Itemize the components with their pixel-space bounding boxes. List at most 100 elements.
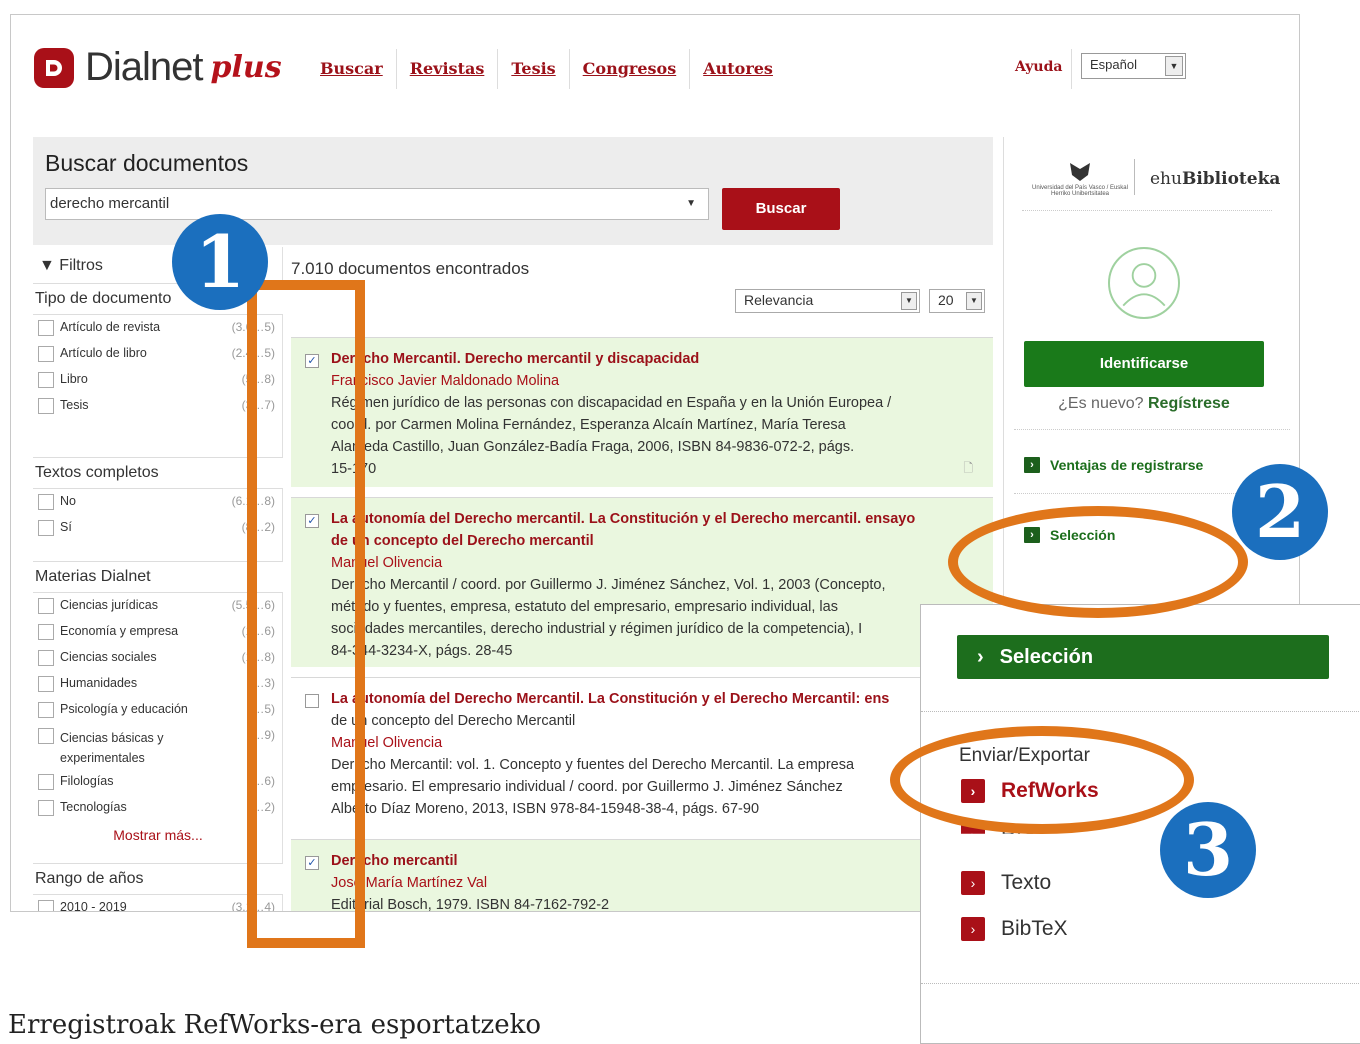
register-link[interactable]: Regístrese — [1148, 395, 1230, 412]
nav-tesis[interactable]: Tesis — [498, 49, 570, 89]
filter-section-subjects: Materias Dialnet Ciencias jurídicas (5.5…… — [33, 561, 283, 849]
result-detail: sociedades mercantiles, derecho industri… — [331, 621, 863, 637]
chevron-down-icon[interactable]: ▼ — [966, 292, 982, 310]
filter-item[interactable]: Economía y empresa (1…6) — [33, 619, 283, 645]
result-detail: Derecho Mercantil / coord. por Guillermo… — [331, 577, 886, 593]
per-page-value: 20 — [938, 292, 954, 308]
result-detail: Editorial Bosch, 1979. ISBN 84-7162-792-… — [331, 897, 610, 912]
language-select[interactable]: Español ▼ — [1081, 53, 1186, 79]
result-detail: coord. por Carmen Molina Fernández, Espe… — [331, 417, 846, 433]
selection-header-button[interactable]: › Selección — [957, 635, 1329, 679]
dialnet-logo[interactable]: Dialnet plus — [33, 45, 282, 90]
per-page-select[interactable]: 20 ▼ — [929, 289, 985, 313]
checkbox[interactable] — [38, 900, 54, 911]
checkbox[interactable] — [38, 598, 54, 614]
new-user-text: ¿Es nuevo? — [1058, 395, 1144, 412]
checkbox[interactable] — [38, 650, 54, 666]
result-author[interactable]: Francisco Javier Maldonado Molina — [331, 370, 979, 392]
checkbox[interactable] — [38, 728, 54, 744]
result-item: La autonomía del Derecho Mercantil. La C… — [291, 677, 993, 839]
checkbox[interactable] — [38, 624, 54, 640]
register-prompt: ¿Es nuevo? Regístrese — [1024, 395, 1264, 413]
chevron-down-icon[interactable]: ▼ — [686, 198, 696, 209]
checkbox[interactable] — [38, 372, 54, 388]
filter-item[interactable]: Tecnologías (…2) — [33, 795, 283, 821]
results-panel: 7.010 documentos encontrados Relevancia … — [291, 247, 993, 912]
filters-sidebar: ▼ Filtros Tipo de documento Artículo de … — [33, 247, 283, 911]
texto-label: Texto — [1001, 871, 1052, 894]
filter-label: Tecnologías — [60, 800, 127, 814]
highlight-export-oval — [890, 726, 1194, 834]
filter-item[interactable]: Humanidades (…3) — [33, 671, 283, 697]
result-title-cont[interactable]: de un concepto del Derecho Mercantil — [331, 710, 979, 732]
filter-item[interactable]: No (6.1…8) — [33, 489, 283, 515]
filter-label: Tesis — [60, 398, 89, 412]
filter-item[interactable]: Psicología y educación (…5) — [33, 697, 283, 723]
avatar-icon — [1108, 247, 1180, 319]
filter-item[interactable]: Sí (8…2) — [33, 515, 283, 541]
checkbox[interactable] — [38, 702, 54, 718]
library-name: ehuBiblioteka — [1150, 169, 1280, 189]
filter-label: Artículo de libro — [60, 346, 147, 360]
chevron-down-icon[interactable]: ▼ — [1165, 56, 1183, 76]
benefits-link[interactable]: › Ventajas de registrarse — [1024, 457, 1203, 473]
filter-item[interactable]: Artículo de revista (3.6…5) — [33, 315, 283, 341]
filter-item[interactable]: 2010 - 2019 (3.1…4) — [33, 895, 283, 911]
search-title: Buscar documentos — [45, 150, 249, 176]
filter-item[interactable]: Ciencias sociales (1…8) — [33, 645, 283, 671]
result-title-cont[interactable]: de un concepto del Derecho mercantil — [331, 530, 979, 552]
show-more-link[interactable]: Mostrar más... — [33, 821, 283, 849]
checkbox[interactable] — [38, 320, 54, 336]
divider — [1071, 49, 1072, 89]
checkbox[interactable] — [38, 676, 54, 692]
result-title[interactable]: Derecho Mercantil. Derecho mercantil y d… — [331, 348, 979, 370]
nav-congresos[interactable]: Congresos — [570, 49, 691, 89]
login-button[interactable]: Identificarse — [1024, 341, 1264, 387]
filter-section-title: Textos completos — [33, 457, 283, 489]
document-icon[interactable]: 🗋 — [963, 457, 973, 479]
checkbox[interactable] — [38, 800, 54, 816]
chevron-right-icon: › — [977, 646, 984, 668]
result-title[interactable]: Derecho mercantil — [331, 850, 979, 872]
filter-item[interactable]: Libro (5…8) — [33, 367, 283, 393]
result-detail: 15-170 — [331, 461, 377, 477]
search-input[interactable]: derecho mercantil ▼ — [45, 188, 709, 220]
checkbox[interactable] — [38, 398, 54, 414]
help-link[interactable]: Ayuda — [1015, 59, 1062, 75]
checkbox[interactable] — [38, 520, 54, 536]
result-author[interactable]: Manuel Olivencia — [331, 732, 979, 754]
search-button[interactable]: Buscar — [722, 188, 840, 230]
result-item: ✓ Derecho Mercantil. Derecho mercantil y… — [291, 337, 993, 487]
filter-item[interactable]: Artículo de libro (2.4…5) — [33, 341, 283, 367]
sort-select[interactable]: Relevancia ▼ — [735, 289, 920, 313]
result-title[interactable]: La autonomía del Derecho mercantil. La C… — [331, 508, 979, 530]
ehu-library-logo[interactable]: Universidad del País Vasco / Euskal Herr… — [1022, 151, 1280, 211]
checkbox[interactable] — [38, 494, 54, 510]
divider — [1014, 429, 1290, 430]
filter-item[interactable]: Ciencias básicas y experimentales (…9) — [33, 723, 283, 769]
nav-autores[interactable]: Autores — [690, 49, 786, 89]
university-name: Universidad del País Vasco / Euskal Herr… — [1032, 185, 1128, 197]
nav-revistas[interactable]: Revistas — [397, 49, 499, 89]
filter-section-title: Materias Dialnet — [33, 561, 283, 593]
result-author[interactable]: José María Martínez Val — [331, 872, 979, 894]
result-author[interactable]: Manuel Olivencia — [331, 552, 979, 574]
result-detail: 84-344-3234-X, págs. 28-45 — [331, 643, 513, 659]
export-texto[interactable]: › Texto — [961, 871, 1051, 895]
export-bibtex[interactable]: › BibTeX — [961, 917, 1068, 941]
filter-item[interactable]: Tesis (3…7) — [33, 393, 283, 419]
library-prefix: ehu — [1150, 169, 1182, 189]
nav-buscar[interactable]: Buscar — [307, 49, 397, 89]
highlight-selection-oval — [948, 506, 1248, 618]
filter-section-years: Rango de años 2010 - 2019 (3.1…4) — [33, 863, 283, 911]
selection-header-label: Selección — [999, 646, 1094, 668]
result-title[interactable]: La autonomía del Derecho Mercantil. La C… — [331, 688, 979, 710]
chevron-right-icon: › — [961, 917, 985, 941]
filter-item[interactable]: Ciencias jurídicas (5.5…6) — [33, 593, 283, 619]
step-badge-1: 1 — [172, 214, 268, 310]
checkbox[interactable] — [38, 346, 54, 362]
filter-item[interactable]: Filologías (…6) — [33, 769, 283, 795]
checkbox[interactable] — [38, 774, 54, 790]
chevron-right-icon: › — [1024, 457, 1040, 473]
chevron-down-icon[interactable]: ▼ — [901, 292, 917, 310]
